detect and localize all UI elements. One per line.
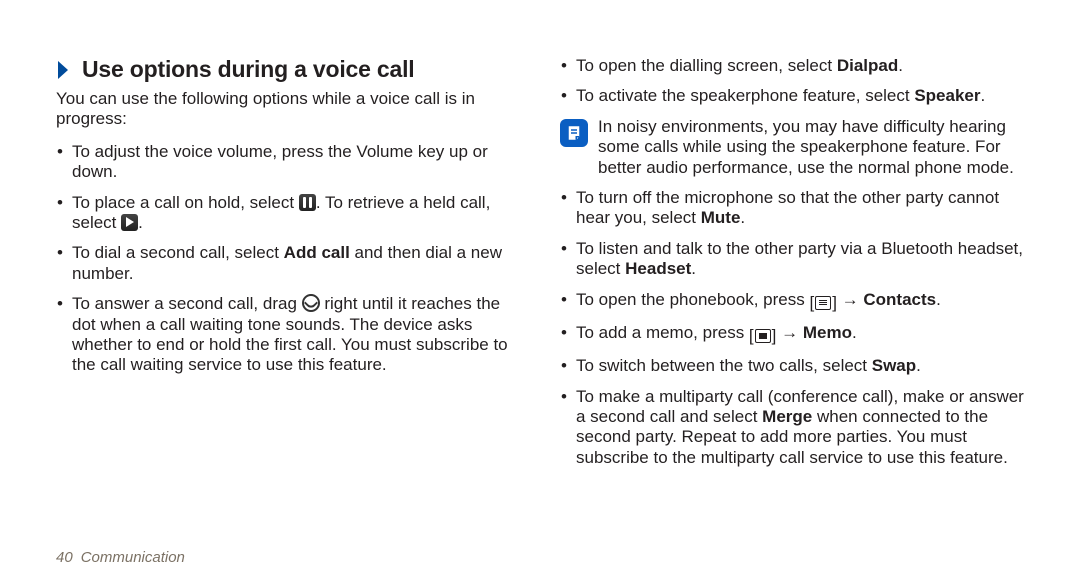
bullet-text: . [740,208,745,227]
intro-text: You can use the following options while … [56,89,520,130]
memo-note-icon [560,119,588,147]
bullet-text: . [916,356,921,375]
pause-icon [299,194,316,211]
bullet-multiparty: To make a multiparty call (conference ca… [576,387,1024,469]
bullet-volume: To adjust the voice volume, press the Vo… [72,142,520,183]
note-callout: In noisy environments, you may have diff… [560,117,1024,178]
arrow-text: → [837,290,863,309]
bullet-text: To open the dialling screen, select [576,56,837,75]
bullet-hold: To place a call on hold, select . To ret… [72,193,520,234]
bullet-text: . [981,86,986,105]
bullet-headset: To listen and talk to the other party vi… [576,239,1024,280]
bold-merge: Merge [762,407,812,426]
bold-contacts: Contacts [863,290,936,309]
chevron-right-icon [56,59,72,81]
bullet-second-call: To dial a second call, select Add call a… [72,243,520,284]
bullet-text: To activate the speakerphone feature, se… [576,86,914,105]
section-heading: Use options during a voice call [82,56,415,83]
right-bullets-2: To turn off the microphone so that the o… [560,188,1024,468]
bullet-text: . [936,290,941,309]
bold-headset: Headset [625,259,691,278]
bold-add-call: Add call [284,243,350,262]
bullet-text: To switch between the two calls, select [576,356,872,375]
bullet-swap: To switch between the two calls, select … [576,356,1024,376]
bold-memo: Memo [803,323,852,342]
content-columns: Use options during a voice call You can … [56,56,1024,478]
bullet-text: . [898,56,903,75]
right-column: To open the dialling screen, select Dial… [560,56,1024,478]
arrow-text: → [776,323,802,342]
page-footer: 40 Communication [56,549,185,566]
bullet-memo: To add a memo, press [] → Memo. [576,323,1024,346]
play-icon [121,214,138,231]
menu-icon [815,296,831,310]
left-column: Use options during a voice call You can … [56,56,520,478]
bullet-speaker: To activate the speakerphone feature, se… [576,86,1024,106]
bold-speaker: Speaker [914,86,980,105]
bullet-text: To answer a second call, drag [72,294,302,313]
bullet-text: To add a memo, press [576,323,749,342]
menu-icon [755,329,771,343]
bullet-dialpad: To open the dialling screen, select Dial… [576,56,1024,76]
right-bullets: To open the dialling screen, select Dial… [560,56,1024,107]
page-number: 40 [56,549,73,566]
bold-mute: Mute [701,208,741,227]
bold-swap: Swap [872,356,916,375]
bullet-text: . [691,259,696,278]
bullet-text: To turn off the microphone so that the o… [576,188,999,227]
section-heading-row: Use options during a voice call [56,56,520,83]
bullet-text: To adjust the voice volume, press the Vo… [72,142,488,181]
phone-icon [302,294,320,312]
bullet-text: To place a call on hold, select [72,193,299,212]
bullet-text: . [138,213,143,232]
bullet-contacts: To open the phonebook, press [] → Contac… [576,290,1024,313]
bullet-text: . [852,323,857,342]
bullet-mute: To turn off the microphone so that the o… [576,188,1024,229]
bullet-answer-second: To answer a second call, drag right unti… [72,294,520,376]
left-bullets: To adjust the voice volume, press the Vo… [56,142,520,376]
menu-key-bracket: [] [809,293,836,313]
bold-dialpad: Dialpad [837,56,898,75]
section-name: Communication [81,549,185,566]
bullet-text: To open the phonebook, press [576,290,809,309]
bullet-text: To dial a second call, select [72,243,284,262]
note-text: In noisy environments, you may have diff… [598,117,1024,178]
menu-key-bracket: [] [749,326,776,346]
